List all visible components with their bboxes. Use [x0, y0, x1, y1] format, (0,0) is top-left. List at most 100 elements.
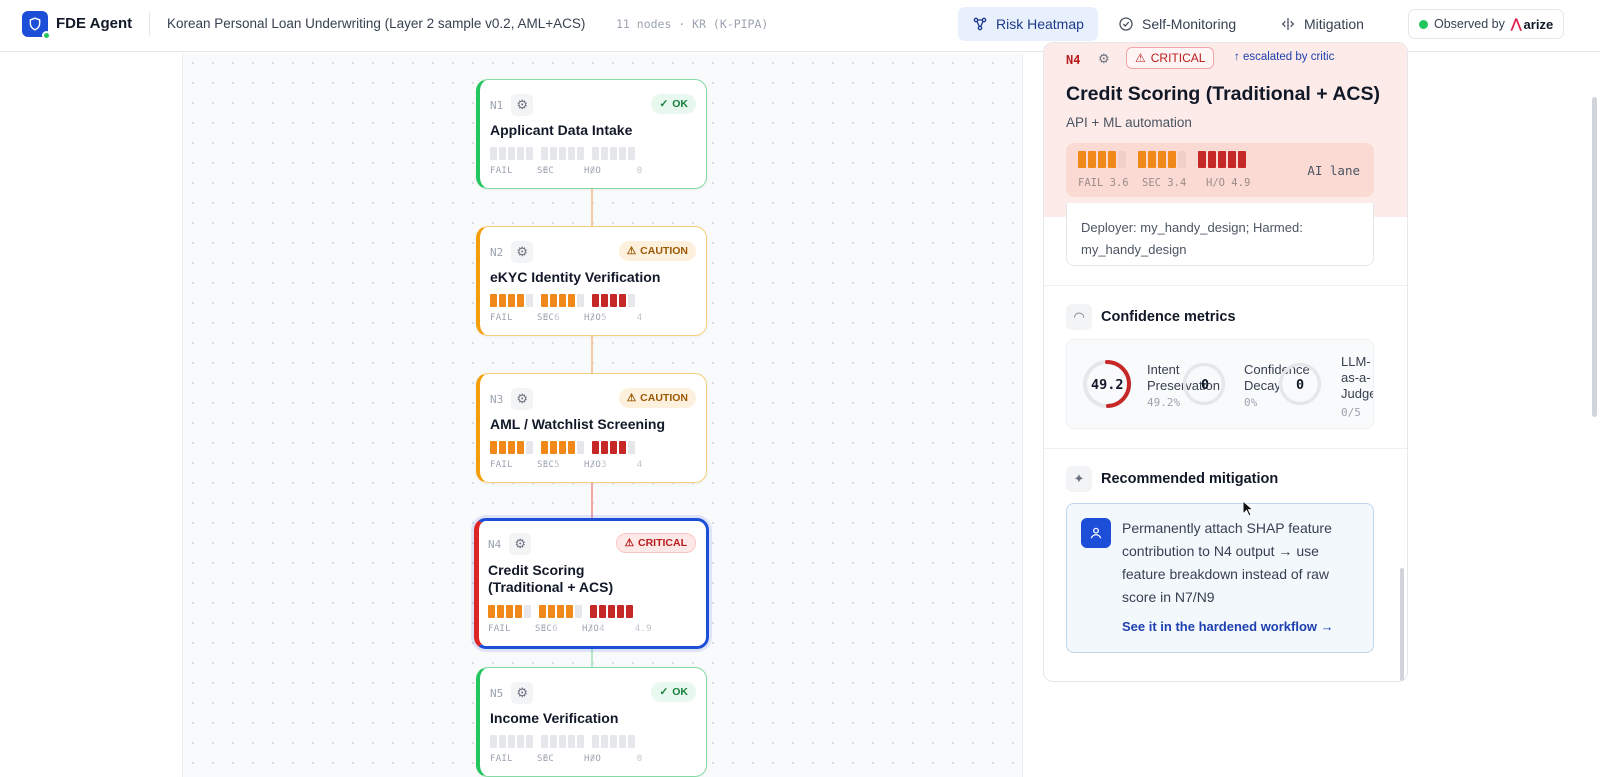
risk-bar-segment — [566, 605, 573, 618]
status-badge: ⚠ CRITICAL — [1126, 47, 1215, 69]
app-name: FDE Agent — [56, 15, 133, 32]
risk-bar-segment — [539, 605, 546, 618]
risk-bar-segment — [541, 294, 548, 307]
risk-bar-segment — [608, 605, 615, 618]
risk-bar-segment — [577, 147, 584, 160]
tab-self-monitoring[interactable]: Self-Monitoring — [1104, 7, 1250, 41]
edge-n2-n3 — [591, 336, 593, 373]
risk-bar-segment — [628, 147, 635, 160]
risk-bar-segment — [526, 294, 533, 307]
panel-subtitle: API + ML automation — [1066, 115, 1192, 130]
workflow-node-n5[interactable]: N5 ⚙ ✓ OK Income Verification FAIL 0 SEC … — [476, 667, 707, 777]
status-badge: ⚠ CAUTION — [618, 241, 696, 261]
risk-bar-segment — [499, 441, 506, 454]
workflow-node-n3[interactable]: N3 ⚙ ⚠ CAUTION AML / Watchlist Screening … — [476, 373, 707, 483]
mouse-cursor-icon — [1242, 500, 1254, 517]
workflow-node-n2[interactable]: N2 ⚙ ⚠ CAUTION eKYC Identity Verification… — [476, 226, 707, 336]
risk-bar-segment — [550, 441, 557, 454]
mitigation-card: Permanently attach SHAP feature contribu… — [1066, 503, 1374, 653]
risk-bar-segment — [1228, 151, 1236, 168]
risk-bar-segment — [601, 147, 608, 160]
metric-value: 0 — [1201, 377, 1210, 393]
risk-bar-segment — [541, 735, 548, 748]
node-title: Credit Scoring (Traditional + ACS) — [488, 562, 614, 595]
lane-label: AI lane — [1307, 163, 1360, 178]
mitigation-text: Permanently attach SHAP feature contribu… — [1122, 520, 1332, 605]
risk-bar-segment — [1218, 151, 1226, 168]
risk-bar-segment — [506, 605, 513, 618]
status-badge: ⚠ CRITICAL — [615, 533, 696, 553]
risk-bar-segment — [1208, 151, 1216, 168]
risk-bar-segment — [619, 294, 626, 307]
risk-bar-labels: FAIL 3.5 SEC 3.3 H/O 4 — [490, 460, 643, 470]
risk-bar-segment — [1148, 151, 1156, 168]
risk-bar-segment — [592, 735, 599, 748]
shield-logo-icon[interactable] — [22, 11, 51, 40]
node-id: N5 — [490, 686, 504, 700]
divider — [1044, 285, 1407, 286]
metric-value: 49.2 — [1091, 377, 1124, 393]
risk-bar-group — [541, 294, 584, 307]
tab-label: Self-Monitoring — [1142, 16, 1237, 32]
risk-bar-group — [1078, 151, 1126, 168]
workflow-node-n1[interactable]: N1 ⚙ ✓ OK Applicant Data Intake FAIL 0 SE… — [476, 79, 707, 189]
node-id: N3 — [490, 392, 504, 406]
risk-bars — [490, 441, 635, 454]
risk-bar-segment — [1168, 151, 1176, 168]
tab-mitigation[interactable]: Mitigation — [1266, 7, 1378, 41]
risk-bar-segment — [508, 441, 515, 454]
risk-bar-group — [539, 605, 582, 618]
risk-bar-segment — [1238, 151, 1246, 168]
risk-bar-segment — [592, 147, 599, 160]
risk-bars — [490, 147, 635, 160]
panel-title: Credit Scoring (Traditional + ACS) — [1066, 83, 1381, 105]
risk-summary: FAIL 3.6 SEC 3.4 H/O 4.9 AI lane — [1066, 143, 1374, 197]
risk-bar-group — [1138, 151, 1186, 168]
risk-bar-segment — [592, 294, 599, 307]
tab-risk-heatmap[interactable]: Risk Heatmap — [958, 7, 1098, 41]
risk-bar-group — [541, 147, 584, 160]
gear-icon[interactable]: ⚙ — [511, 682, 534, 704]
risk-bar-segment — [508, 735, 515, 748]
escalation-note: ↑ escalated by critic — [1234, 51, 1335, 63]
risk-bars — [1078, 151, 1246, 168]
risk-bar-segment — [559, 294, 566, 307]
workflow-node-n4[interactable]: N4 ⚙ ⚠ CRITICAL Credit Scoring (Traditiona… — [474, 518, 709, 649]
gear-icon[interactable]: ⚙ — [511, 241, 534, 263]
risk-bar-segment — [499, 147, 506, 160]
check-circle-icon — [1119, 17, 1133, 31]
risk-bar-segment — [1078, 151, 1086, 168]
code-split-icon — [1281, 18, 1295, 30]
risk-bar-segment — [568, 147, 575, 160]
risk-bar-segment — [626, 605, 633, 618]
risk-bar-segment — [1158, 151, 1166, 168]
risk-bar-segment — [526, 441, 533, 454]
risk-bar-segment — [541, 441, 548, 454]
divider — [1044, 448, 1407, 449]
metric-value: 0 — [1296, 377, 1305, 393]
node-title: Income Verification — [490, 710, 619, 726]
risk-bar-segment — [601, 735, 608, 748]
gear-icon[interactable]: ⚙ — [511, 388, 534, 410]
node-title: AML / Watchlist Screening — [490, 416, 666, 432]
risk-bar-segment — [601, 441, 608, 454]
observed-by-badge[interactable]: Observed by ⋀ arize — [1408, 9, 1565, 39]
gear-icon: ⚙ — [1098, 51, 1110, 66]
risk-bar-segment — [590, 605, 597, 618]
gear-icon[interactable]: ⚙ — [511, 94, 534, 116]
edge-n1-n2 — [591, 189, 593, 226]
risk-bar-group — [488, 605, 531, 618]
window-scrollbar[interactable] — [1592, 97, 1597, 417]
gear-icon[interactable]: ⚙ — [509, 533, 532, 555]
risk-bar-segment — [499, 294, 506, 307]
node-id: N4 — [488, 537, 502, 551]
online-status-dot — [42, 31, 51, 40]
metric-sub: 0/5 — [1341, 406, 1361, 419]
risk-bar-segment — [610, 294, 617, 307]
observed-label: Observed by — [1434, 17, 1505, 31]
hardened-workflow-link[interactable]: See it in the hardened workflow → — [1122, 619, 1334, 634]
panel-scrollbar[interactable] — [1400, 568, 1404, 681]
node-id: N2 — [490, 245, 504, 259]
deployer-card: Deployer: my_handy_design; Harmed: my_han… — [1066, 203, 1374, 266]
node-detail-panel: N4 ⚙ ⚠ CRITICAL ↑ escalated by critic Cr… — [1043, 42, 1408, 682]
